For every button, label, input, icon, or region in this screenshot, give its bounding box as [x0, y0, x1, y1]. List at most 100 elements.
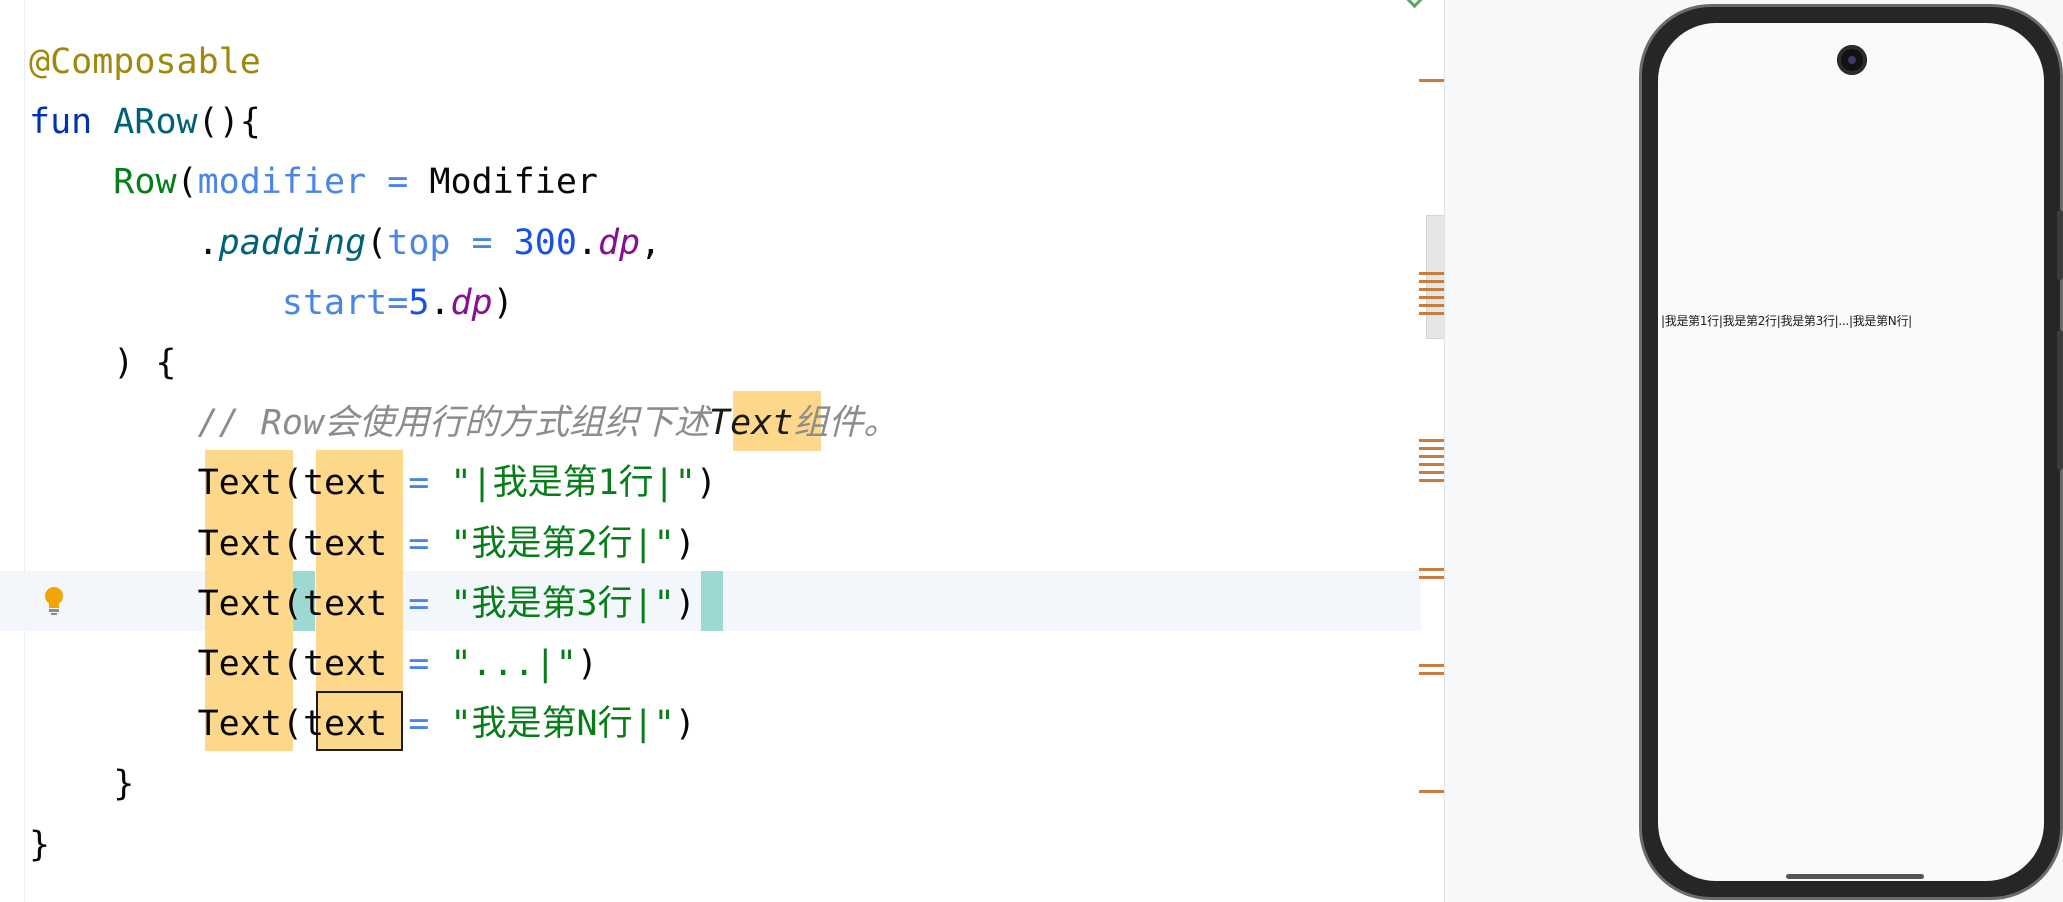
code-line[interactable]: }: [29, 815, 50, 875]
home-indicator: [1786, 874, 1924, 879]
code-token: .: [29, 222, 219, 263]
brace-match-close: [701, 571, 723, 631]
code-token: "我是第3行|": [450, 583, 675, 624]
code-line[interactable]: // Row会使用行的方式组织下述Text组件。: [29, 393, 899, 453]
stripe-mark[interactable]: [1419, 471, 1444, 474]
code-token: (: [366, 222, 388, 263]
code-token: .: [576, 222, 598, 263]
phone-side-button: [2057, 210, 2063, 280]
code-token: // Row会使用行的方式组织下述: [29, 403, 710, 444]
code-token: }: [29, 824, 51, 865]
code-token: =: [387, 282, 409, 323]
camera-icon: [1837, 45, 1867, 75]
stripe-mark[interactable]: [1419, 439, 1444, 442]
code-token: text: [302, 644, 388, 684]
code-line[interactable]: Text(text = "...|"): [29, 634, 598, 694]
code-token: Row: [113, 162, 177, 203]
code-line[interactable]: Text(text = "|我是第1行|"): [29, 453, 717, 513]
code-line[interactable]: Text(text = "我是第3行|"): [29, 574, 696, 634]
code-token: @Composable: [29, 42, 261, 82]
code-token: ARow: [113, 102, 198, 143]
code-token: text: [302, 704, 388, 745]
code-token: modifier: [197, 162, 367, 203]
code-token: =: [387, 583, 451, 624]
error-stripe[interactable]: [1421, 0, 1444, 902]
device-screen: |我是第1行|我是第2行|我是第3行|...|我是第N行|: [1658, 23, 2044, 881]
code-token: 5: [408, 282, 430, 323]
code-token: 组件。: [793, 403, 899, 444]
code-line[interactable]: start=5.dp): [29, 273, 514, 333]
stripe-mark[interactable]: [1419, 312, 1444, 315]
code-token: top: [387, 222, 451, 263]
lightbulb-icon[interactable]: [42, 586, 66, 616]
code-token: "我是第2行|": [450, 523, 675, 564]
stripe-mark[interactable]: [1419, 672, 1444, 675]
stripe-mark[interactable]: [1419, 455, 1444, 458]
phone-frame: |我是第1行|我是第2行|我是第3行|...|我是第N行|: [1639, 4, 2063, 900]
code-token: (){: [197, 102, 261, 143]
phone-side-button: [2057, 330, 2063, 470]
code-token: (: [176, 162, 198, 203]
code-token: start: [281, 282, 388, 323]
code-token: Text(: [29, 704, 303, 745]
stripe-mark[interactable]: [1419, 280, 1444, 283]
code-line[interactable]: ) {: [29, 333, 177, 393]
code-token: Text(: [29, 644, 303, 684]
code-token: Text(: [29, 523, 303, 564]
code-token: "我是第N行|": [450, 704, 675, 745]
code-line[interactable]: Text(text = "我是第N行|"): [29, 694, 696, 754]
code-line[interactable]: @Composable: [29, 32, 261, 92]
stripe-mark[interactable]: [1419, 568, 1444, 571]
stripe-mark[interactable]: [1419, 79, 1444, 82]
scrollbar-thumb[interactable]: [1426, 215, 1444, 339]
preview-text-item: |我是第1行|: [1661, 314, 1723, 328]
stripe-mark[interactable]: [1419, 664, 1444, 667]
stripe-mark[interactable]: [1419, 790, 1444, 793]
code-line[interactable]: Row(modifier = Modifier: [29, 152, 598, 212]
code-token: ): [576, 644, 598, 684]
stripe-mark[interactable]: [1419, 479, 1444, 482]
code-token: "|我是第1行|": [450, 463, 696, 504]
code-token: ) {: [29, 343, 177, 383]
code-line[interactable]: Text(text = "我是第2行|"): [29, 514, 696, 574]
compose-preview-panel: |我是第1行|我是第2行|我是第3行|...|我是第N行|: [1444, 0, 2063, 902]
code-token: padding: [218, 222, 367, 263]
gutter-divider: [24, 0, 25, 902]
preview-text-item: 我是第N行|: [1852, 314, 1913, 328]
stripe-mark[interactable]: [1419, 304, 1444, 307]
code-token: =: [387, 463, 451, 504]
code-token: ): [674, 523, 696, 564]
code-token: text: [302, 523, 388, 564]
code-token: text: [302, 583, 388, 624]
code-token: ): [492, 282, 514, 323]
code-editor[interactable]: @Composable fun ARow(){ Row(modifier = Mo…: [0, 0, 1444, 902]
code-token: Modifier: [429, 162, 598, 203]
code-token: ,: [640, 222, 662, 263]
stripe-mark[interactable]: [1419, 576, 1444, 579]
code-token: dp: [450, 282, 493, 323]
stripe-mark[interactable]: [1419, 296, 1444, 299]
stripe-mark[interactable]: [1419, 447, 1444, 450]
code-token: dp: [597, 222, 641, 263]
code-token: Text: [709, 403, 794, 444]
stripe-mark[interactable]: [1419, 463, 1444, 466]
code-token: ): [674, 704, 696, 745]
preview-text-item: ...|: [1838, 314, 1853, 328]
code-line[interactable]: .padding(top = 300.dp,: [29, 213, 662, 273]
code-token: =: [450, 222, 514, 263]
code-line[interactable]: fun ARow(){: [29, 92, 261, 152]
code-token: =: [366, 162, 430, 203]
code-line[interactable]: }: [29, 754, 134, 814]
stripe-mark[interactable]: [1419, 288, 1444, 291]
code-token: text: [302, 463, 388, 504]
code-token: =: [387, 704, 451, 745]
code-token: fun: [29, 102, 114, 143]
code-token: "...|": [450, 644, 577, 684]
code-token: =: [387, 644, 451, 684]
code-token: ): [695, 463, 717, 504]
code-token: =: [387, 523, 451, 564]
stripe-mark[interactable]: [1419, 272, 1444, 275]
preview-row: |我是第1行|我是第2行|我是第3行|...|我是第N行|: [1661, 312, 1912, 329]
